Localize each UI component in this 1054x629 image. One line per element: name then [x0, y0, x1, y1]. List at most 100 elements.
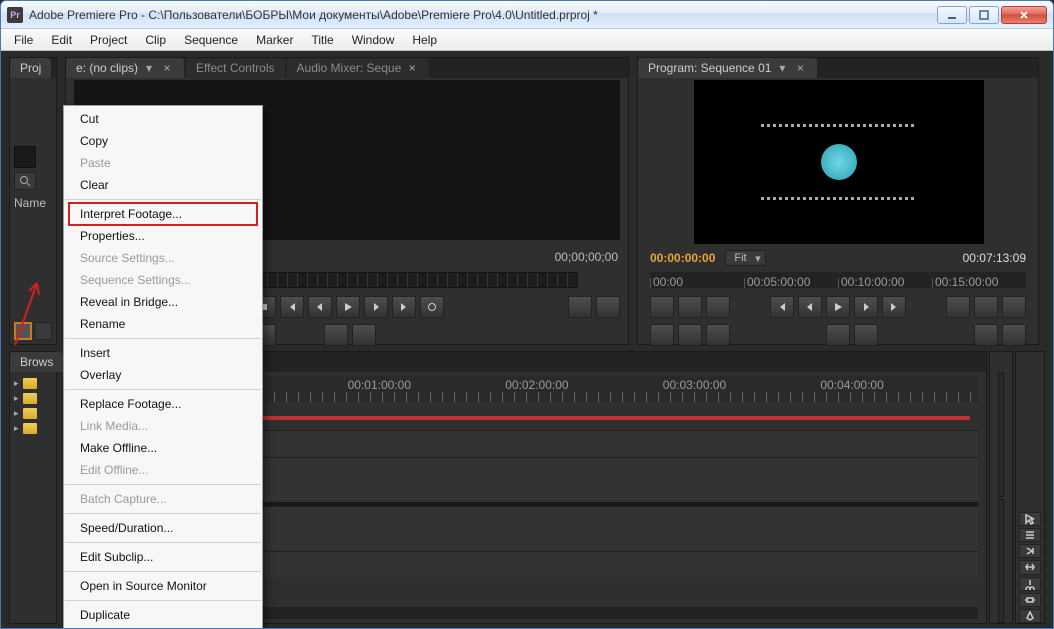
menu-item-copy[interactable]: Copy — [64, 130, 262, 152]
menu-edit[interactable]: Edit — [42, 29, 81, 50]
track-select-tool[interactable] — [1019, 528, 1041, 542]
menu-help[interactable]: Help — [403, 29, 446, 50]
menu-item-clear[interactable]: Clear — [64, 174, 262, 196]
audio-mixer-tab[interactable]: Audio Mixer: Seque× — [287, 58, 430, 78]
go-to-next-marker-button[interactable] — [678, 324, 702, 346]
menu-sequence[interactable]: Sequence — [175, 29, 247, 50]
slip-tool[interactable] — [1019, 593, 1041, 607]
maximize-button[interactable] — [969, 6, 999, 24]
menu-separator — [65, 513, 261, 514]
zoom-select[interactable]: Fit — [725, 250, 765, 266]
menu-item-cut[interactable]: Cut — [64, 108, 262, 130]
icon-view-button[interactable] — [34, 322, 52, 340]
menu-item-duplicate[interactable]: Duplicate — [64, 604, 262, 626]
context-menu: CutCopyPasteClearInterpret Footage...Pro… — [63, 105, 263, 629]
step-forward-button[interactable] — [854, 296, 878, 318]
go-to-prev-marker-button[interactable] — [650, 324, 674, 346]
menu-item-reveal-in-bridge[interactable]: Reveal in Bridge... — [64, 291, 262, 313]
output-button[interactable] — [352, 324, 376, 346]
folder-item[interactable]: ▸ — [14, 391, 52, 406]
program-timecode-current[interactable]: 00:00:00:00 — [650, 251, 715, 265]
titlebar[interactable]: Pr Adobe Premiere Pro - C:\Пользователи\… — [1, 1, 1053, 29]
safe-margins-button[interactable] — [974, 296, 998, 318]
loop-button[interactable] — [420, 296, 444, 318]
ripple-edit-tool[interactable] — [1019, 544, 1041, 558]
list-view-button[interactable] — [14, 322, 32, 340]
media-thumbnail[interactable] — [14, 146, 36, 168]
menu-item-open-in-source-monitor[interactable]: Open in Source Monitor — [64, 575, 262, 597]
app-icon: Pr — [7, 7, 23, 23]
close-icon[interactable]: × — [160, 61, 174, 75]
razor-tool[interactable] — [1019, 577, 1041, 591]
menu-item-speed-duration[interactable]: Speed/Duration... — [64, 517, 262, 539]
program-tab[interactable]: Program: Sequence 01▾× — [638, 58, 817, 78]
program-video-area[interactable] — [694, 80, 984, 244]
rate-stretch-tool[interactable] — [1019, 560, 1041, 574]
search-icon[interactable] — [14, 172, 36, 190]
selection-tool[interactable] — [1019, 512, 1041, 526]
source-tab[interactable]: e: (no clips)▾× — [66, 58, 184, 78]
folder-item[interactable]: ▸ — [14, 406, 52, 421]
menu-clip[interactable]: Clip — [136, 29, 175, 50]
menu-item-overlay[interactable]: Overlay — [64, 364, 262, 386]
name-column-header[interactable]: Name — [14, 196, 52, 210]
chevron-down-icon[interactable]: ▾ — [775, 61, 789, 75]
menu-file[interactable]: File — [5, 29, 42, 50]
step-back-button[interactable] — [798, 296, 822, 318]
close-icon[interactable]: × — [405, 61, 419, 75]
menu-item-rename[interactable]: Rename — [64, 313, 262, 335]
audio-meter-left — [998, 372, 1004, 497]
program-ruler[interactable]: 00:00 00:05:00:00 00:10:00:00 00:15:00:0… — [650, 272, 1026, 288]
lift-button[interactable] — [826, 324, 850, 346]
menu-title[interactable]: Title — [302, 29, 342, 50]
mark-in-button[interactable] — [650, 296, 674, 318]
play-around-button[interactable] — [706, 324, 730, 346]
project-tab[interactable]: Proj — [10, 58, 51, 78]
menu-item-edit-offline: Edit Offline... — [64, 459, 262, 481]
step-back-button[interactable] — [308, 296, 332, 318]
menu-item-edit-subclip[interactable]: Edit Subclip... — [64, 546, 262, 568]
play-button[interactable] — [826, 296, 850, 318]
menu-marker[interactable]: Marker — [247, 29, 302, 50]
close-button[interactable] — [1001, 6, 1047, 24]
lift-button[interactable] — [568, 296, 592, 318]
output-button[interactable] — [1002, 296, 1026, 318]
set-marker-button[interactable] — [706, 296, 730, 318]
go-to-out-button[interactable] — [882, 296, 906, 318]
menu-separator — [65, 338, 261, 339]
menu-item-properties[interactable]: Properties... — [64, 225, 262, 247]
go-to-in-button[interactable] — [280, 296, 304, 318]
menu-item-replace-footage[interactable]: Replace Footage... — [64, 393, 262, 415]
folder-item[interactable]: ▸ — [14, 421, 52, 436]
media-browser-panel: Brows ▸ ▸ ▸ ▸ — [9, 351, 57, 624]
go-to-out-button[interactable] — [392, 296, 416, 318]
menu-item-insert[interactable]: Insert — [64, 342, 262, 364]
tool-palette — [1015, 351, 1045, 624]
close-icon[interactable]: × — [793, 61, 807, 75]
minimize-button[interactable] — [937, 6, 967, 24]
timeline-ruler[interactable]: :00:00 00:01:00:00 00:02:00:00 00:03:00:… — [190, 376, 978, 402]
menu-project[interactable]: Project — [81, 29, 136, 50]
go-to-in-button[interactable] — [770, 296, 794, 318]
effect-controls-tab[interactable]: Effect Controls — [186, 58, 284, 78]
loop-button[interactable] — [946, 296, 970, 318]
step-forward-button[interactable] — [364, 296, 388, 318]
program-timecode-duration: 00:07:13:09 — [963, 251, 1026, 265]
extract-button[interactable] — [854, 324, 878, 346]
menu-window[interactable]: Window — [343, 29, 404, 50]
extract-button[interactable] — [596, 296, 620, 318]
safe-margins-button[interactable] — [324, 324, 348, 346]
play-button[interactable] — [336, 296, 360, 318]
trim-button[interactable] — [1002, 324, 1026, 346]
export-frame-button[interactable] — [974, 324, 998, 346]
timeline-scrollbar[interactable] — [190, 607, 978, 619]
browser-tab[interactable]: Brows — [10, 352, 63, 372]
folder-item[interactable]: ▸ — [14, 376, 52, 391]
pen-tool[interactable] — [1019, 609, 1041, 623]
menu-item-source-settings: Source Settings... — [64, 247, 262, 269]
mark-out-button[interactable] — [678, 296, 702, 318]
menu-item-batch-capture: Batch Capture... — [64, 488, 262, 510]
menu-item-make-offline[interactable]: Make Offline... — [64, 437, 262, 459]
chevron-down-icon[interactable]: ▾ — [142, 61, 156, 75]
menu-item-interpret-footage[interactable]: Interpret Footage... — [68, 202, 258, 226]
